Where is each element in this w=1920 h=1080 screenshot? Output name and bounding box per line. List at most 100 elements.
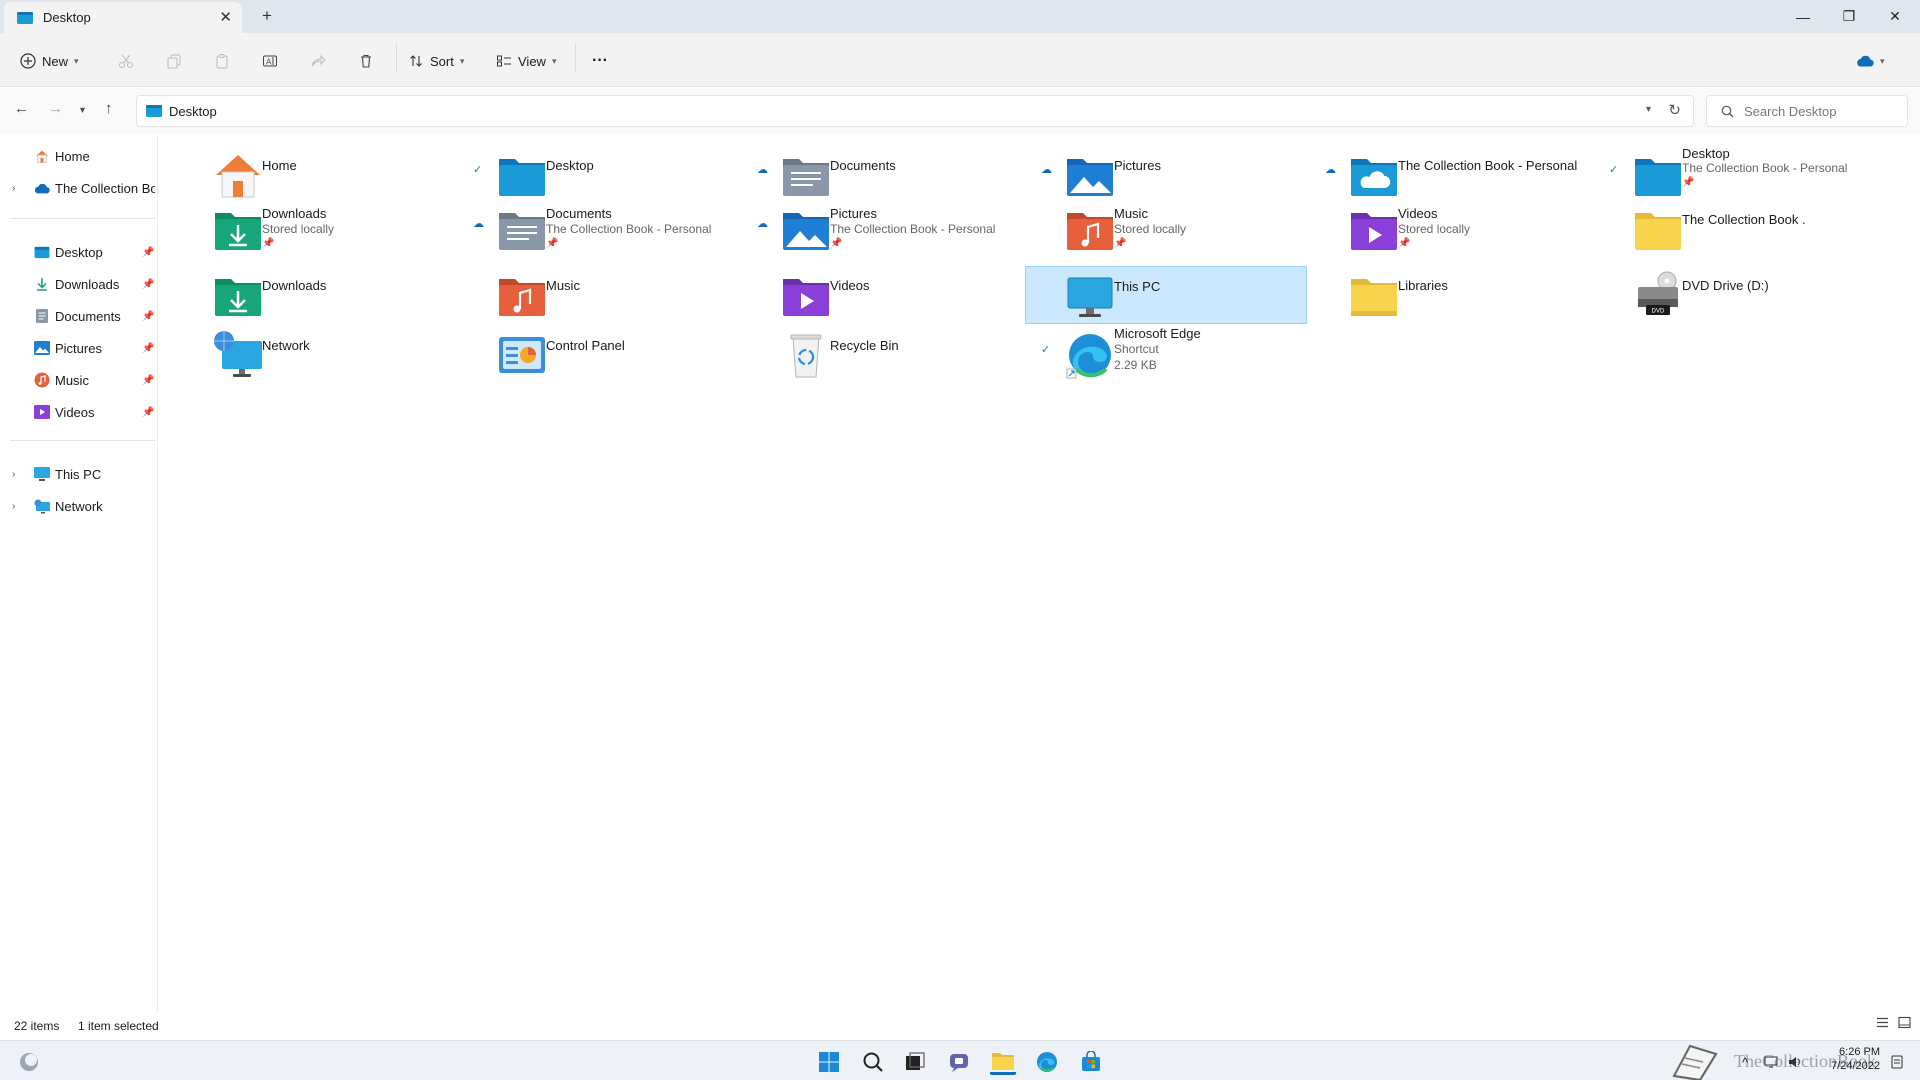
more-options-button[interactable]: ···: [592, 47, 608, 75]
sort-button[interactable]: Sort ▾: [408, 47, 464, 75]
new-tab-button[interactable]: +: [262, 6, 272, 26]
item-downloads[interactable]: Downloads Stored locally 📌: [203, 200, 485, 258]
close-tab-icon[interactable]: ✕: [219, 10, 232, 25]
rename-button[interactable]: A: [262, 47, 278, 75]
item-count: 22 items: [14, 1019, 60, 1033]
close-window-button[interactable]: ✕: [1872, 0, 1918, 33]
volume-tray-icon[interactable]: [1782, 1049, 1808, 1075]
minimize-button[interactable]: —: [1780, 0, 1826, 33]
item-pictures[interactable]: ☁ Pictures: [1041, 146, 1337, 204]
sidebar-item-pictures[interactable]: Pictures 📌: [0, 334, 158, 362]
item-music-lib[interactable]: Music: [487, 266, 769, 324]
separator: [575, 44, 576, 72]
item-onedrive-folder[interactable]: The Collection Book .: [1623, 200, 1905, 258]
sidebar-item-downloads[interactable]: Downloads 📌: [0, 270, 158, 298]
up-button[interactable]: ↑: [105, 100, 113, 117]
pin-icon[interactable]: 📌: [142, 311, 154, 322]
view-button[interactable]: View ▾: [496, 47, 556, 75]
chevron-down-icon[interactable]: ▾: [1646, 104, 1651, 115]
sidebar-item-home[interactable]: Home: [0, 142, 158, 170]
start-button[interactable]: [816, 1049, 842, 1075]
tab-desktop[interactable]: Desktop ✕: [4, 2, 242, 33]
cut-button[interactable]: [118, 47, 134, 75]
music-folder-icon: [499, 279, 545, 316]
store-taskbar-button[interactable]: [1078, 1049, 1104, 1075]
search-button[interactable]: [860, 1049, 886, 1075]
item-recycle-bin[interactable]: Recycle Bin: [771, 326, 1053, 384]
item-videos-lib[interactable]: Videos: [771, 266, 1053, 324]
refresh-icon[interactable]: ↻: [1668, 101, 1681, 119]
widgets-button[interactable]: [16, 1049, 42, 1075]
pin-icon[interactable]: 📌: [142, 279, 154, 290]
pictures-folder-icon: [783, 213, 829, 250]
teams-chat-button[interactable]: [946, 1049, 972, 1075]
item-documents-onedrive[interactable]: ☁ Documents The Collection Book - Person…: [473, 200, 769, 258]
chevron-right-icon[interactable]: ›: [12, 501, 15, 512]
item-name: Music: [546, 278, 580, 293]
chevron-right-icon[interactable]: ›: [12, 469, 15, 480]
file-explorer-taskbar-button[interactable]: [990, 1049, 1016, 1075]
task-view-button[interactable]: [902, 1049, 928, 1075]
chevron-right-icon[interactable]: ›: [12, 183, 15, 194]
sidebar-item-network[interactable]: › Network: [0, 492, 158, 520]
pictures-folder-icon: [1067, 159, 1113, 196]
paste-button[interactable]: [214, 47, 230, 75]
item-videos[interactable]: Videos Stored locally 📌: [1339, 200, 1621, 258]
sidebar-item-documents[interactable]: Documents 📌: [0, 302, 158, 330]
item-documents[interactable]: ☁ Documents: [757, 146, 1053, 204]
details-view-icon[interactable]: [1876, 1016, 1889, 1032]
tray-overflow-button[interactable]: ^: [1732, 1049, 1758, 1075]
item-onedrive-personal[interactable]: ☁ The Collection Book - Personal: [1325, 146, 1621, 204]
sidebar-item-videos[interactable]: Videos 📌: [0, 398, 158, 426]
item-pictures-onedrive[interactable]: ☁ Pictures The Collection Book - Persona…: [757, 200, 1053, 258]
sidebar-item-label: This PC: [55, 466, 102, 482]
item-microsoft-edge[interactable]: ✓ Microsoft Edge Shortcut 2.29 KB: [1041, 326, 1337, 384]
cloud-status-icon: ☁: [1041, 164, 1052, 176]
sidebar-item-desktop[interactable]: Desktop 📌: [0, 238, 158, 266]
item-this-pc[interactable]: This PC: [1025, 266, 1307, 324]
item-desktop-onedrive[interactable]: ✓ Desktop The Collection Book - Personal…: [1609, 146, 1905, 204]
store-icon: [1082, 1051, 1100, 1071]
time-text: 6:26 PM: [1839, 1046, 1880, 1058]
item-home[interactable]: Home: [203, 146, 485, 204]
recent-locations-button[interactable]: ▾: [80, 105, 85, 116]
pin-icon[interactable]: 📌: [142, 375, 154, 386]
pin-icon[interactable]: 📌: [142, 343, 154, 354]
notifications-button[interactable]: [1884, 1049, 1910, 1075]
item-name: Pictures: [1114, 158, 1161, 173]
documents-folder-icon: [499, 213, 545, 250]
edge-taskbar-button[interactable]: [1034, 1049, 1060, 1075]
item-name: This PC: [1114, 279, 1161, 294]
share-button[interactable]: [310, 47, 326, 75]
sidebar-item-onedrive[interactable]: › The Collection Boo: [0, 174, 158, 202]
taskbar: TheCollectionBook ^ 6:26 PM 7/24/2022: [0, 1040, 1920, 1080]
network-tray-icon[interactable]: [1758, 1049, 1784, 1075]
sidebar-item-music[interactable]: Music 📌: [0, 366, 158, 394]
back-button[interactable]: ←: [14, 100, 29, 117]
sidebar-item-this-pc[interactable]: › This PC: [0, 460, 158, 488]
onedrive-folder-icon: [1351, 159, 1397, 196]
pin-icon: 📌: [830, 238, 843, 249]
item-dvd-drive[interactable]: DVD DVD Drive (D:): [1623, 266, 1905, 324]
clock[interactable]: 6:26 PM 7/24/2022: [1822, 1045, 1880, 1073]
delete-button[interactable]: [358, 47, 374, 75]
restore-button[interactable]: ❐: [1826, 0, 1872, 33]
address-field[interactable]: Desktop ▾ ↻: [136, 95, 1694, 127]
copy-button[interactable]: [166, 47, 182, 75]
forward-button[interactable]: →: [48, 100, 63, 117]
pin-icon[interactable]: 📌: [142, 247, 154, 258]
onedrive-status-button[interactable]: ▾: [1856, 47, 1885, 75]
item-control-panel[interactable]: Control Panel: [487, 326, 769, 384]
documents-folder-icon: [783, 159, 829, 196]
new-button[interactable]: New ▾: [20, 47, 79, 75]
item-desktop[interactable]: ✓ Desktop: [473, 146, 769, 204]
pin-icon[interactable]: 📌: [142, 407, 154, 418]
item-network[interactable]: Network: [203, 326, 485, 384]
chevron-down-icon: ▾: [551, 55, 557, 66]
item-libraries[interactable]: Libraries: [1339, 266, 1621, 324]
synced-check-icon: ✓: [1041, 344, 1051, 356]
item-downloads-lib[interactable]: Downloads: [203, 266, 485, 324]
search-input[interactable]: Search Desktop: [1706, 95, 1908, 127]
item-music[interactable]: Music Stored locally 📌: [1055, 200, 1337, 258]
large-icons-view-icon[interactable]: [1898, 1016, 1911, 1032]
